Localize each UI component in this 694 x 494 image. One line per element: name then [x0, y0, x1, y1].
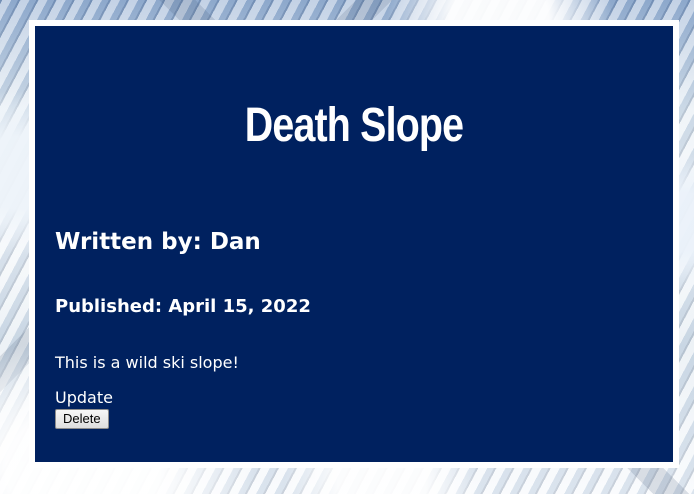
published-date: Published: April 15, 2022 — [55, 296, 311, 317]
post-body: This is a wild ski slope! — [55, 353, 239, 372]
delete-button[interactable]: Delete — [55, 409, 109, 429]
author-line: Written by: Dan — [55, 229, 261, 255]
update-link[interactable]: Update — [55, 388, 113, 407]
post-content: Death Slope Written by: Dan Published: A… — [35, 26, 673, 462]
post-title: Death Slope — [244, 99, 464, 152]
post-card: Death Slope Written by: Dan Published: A… — [29, 20, 679, 468]
